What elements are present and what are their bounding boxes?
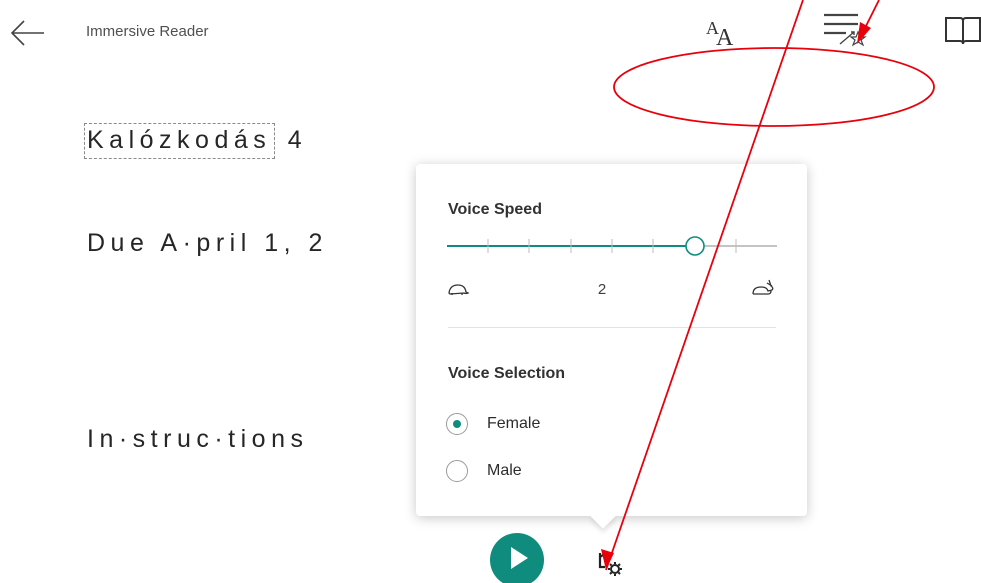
female-radio[interactable] [446,413,468,435]
reading-preferences-icon [945,17,981,45]
highlight-ellipse [613,47,935,127]
voice-settings-icon [598,553,622,576]
voice-speed-slider[interactable] [447,234,777,258]
section-divider [448,327,776,328]
svg-text:A: A [716,25,734,48]
voice-speed-value: 2 [597,281,607,298]
grammar-options-button[interactable] [818,10,874,50]
play-icon [490,533,544,583]
slider-thumb[interactable] [685,236,705,256]
male-radio[interactable] [446,460,468,482]
highlighted-word[interactable]: Kalózkodás [84,123,276,159]
back-button[interactable] [6,16,46,50]
text-preferences-button[interactable]: A A [704,12,746,51]
reading-preferences-button[interactable] [944,14,981,46]
play-button[interactable] [490,533,544,583]
app-title: Immersive Reader [86,23,209,40]
male-label: Male [487,462,522,479]
voice-speed-title: Voice Speed [448,201,542,218]
document-heading: Kalózkodás 4 [84,123,308,159]
voice-settings-button[interactable] [594,545,630,579]
voice-settings-panel: Voice Speed 2 Voice Selection Female Mal… [416,164,807,529]
female-label: Female [487,415,541,432]
immersive-reader-window: Immersive Reader A A Kalózkodás 4 Due A·… [0,0,981,583]
voice-selection-title: Voice Selection [448,365,566,382]
text-preferences-icon: A A [706,18,734,51]
rabbit-icon [752,279,774,295]
turtle-icon [448,284,470,295]
panel-pointer [590,503,616,529]
heading-number: 4 [275,126,308,154]
radio-selected-dot [453,420,461,428]
due-date-line: Due A·pril 1, 2 [87,229,328,257]
back-arrow-icon [10,20,44,46]
grammar-options-icon [824,13,867,47]
instructions-line: In·struc·tions [87,425,309,453]
